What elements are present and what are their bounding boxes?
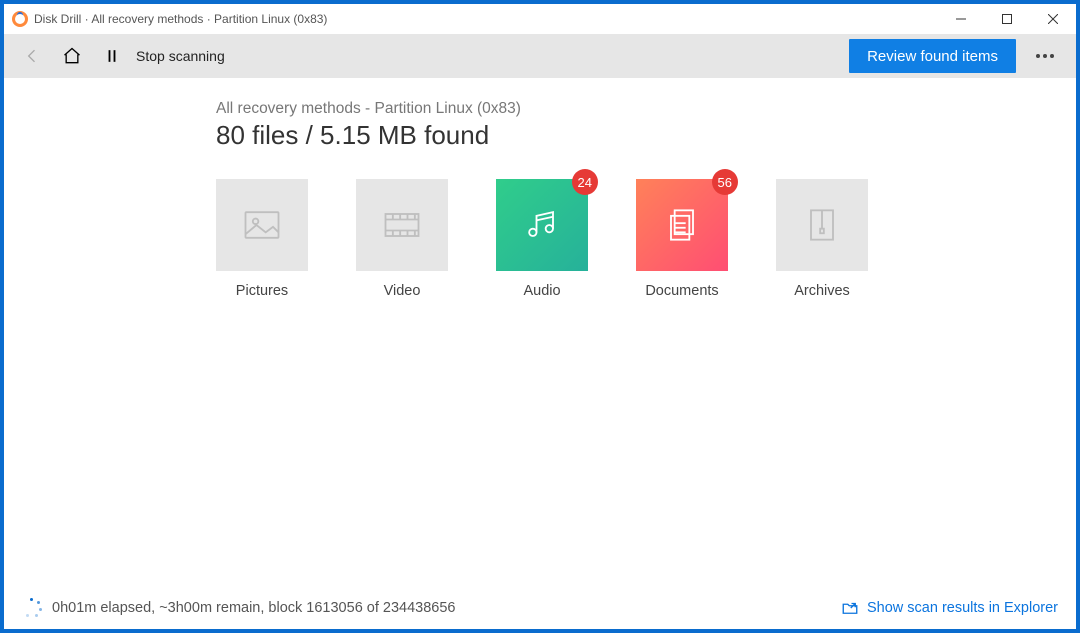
audio-tile: 24: [496, 179, 588, 271]
spinner-icon: [22, 598, 42, 618]
video-icon: [380, 203, 424, 247]
review-found-items-label: Review found items: [867, 48, 998, 65]
more-menu-button[interactable]: [1022, 34, 1068, 78]
documents-tile: 56: [636, 179, 728, 271]
category-label: Video: [384, 283, 421, 299]
show-in-explorer-link[interactable]: Show scan results in Explorer: [841, 599, 1058, 617]
home-button[interactable]: [52, 34, 92, 78]
documents-icon: [660, 203, 704, 247]
explorer-link-label: Show scan results in Explorer: [867, 600, 1058, 616]
titlebar: Disk Drill · All recovery methods · Part…: [4, 4, 1076, 34]
review-found-items-button[interactable]: Review found items: [849, 39, 1016, 73]
window-controls: [938, 4, 1076, 34]
audio-icon: [520, 203, 564, 247]
statusbar: 0h01m elapsed, ~3h00m remain, block 1613…: [4, 587, 1076, 629]
app-window: Disk Drill · All recovery methods · Part…: [4, 4, 1076, 629]
archives-tile: [776, 179, 868, 271]
pause-icon[interactable]: [92, 34, 132, 78]
back-button[interactable]: [12, 34, 52, 78]
category-archives[interactable]: Archives: [776, 179, 868, 299]
toolbar: Stop scanning Review found items: [4, 34, 1076, 78]
category-label: Pictures: [236, 283, 288, 299]
ellipsis-icon: [1036, 54, 1054, 58]
breadcrumb: All recovery methods - Partition Linux (…: [216, 100, 1076, 118]
archives-icon: [800, 203, 844, 247]
pictures-tile: [216, 179, 308, 271]
category-row: Pictures Video: [216, 179, 1076, 299]
window-title: Disk Drill · All recovery methods · Part…: [34, 12, 327, 26]
scan-headline: 80 files / 5.15 MB found: [216, 120, 1076, 151]
pictures-icon: [240, 203, 284, 247]
category-label: Documents: [645, 283, 718, 299]
maximize-button[interactable]: [984, 4, 1030, 34]
category-video[interactable]: Video: [356, 179, 448, 299]
minimize-button[interactable]: [938, 4, 984, 34]
documents-badge: 56: [712, 169, 738, 195]
main-content: All recovery methods - Partition Linux (…: [4, 78, 1076, 587]
status-text: 0h01m elapsed, ~3h00m remain, block 1613…: [52, 600, 455, 616]
category-label: Audio: [523, 283, 560, 299]
app-icon: [12, 11, 28, 27]
explorer-icon: [841, 599, 859, 617]
category-pictures[interactable]: Pictures: [216, 179, 308, 299]
audio-badge: 24: [572, 169, 598, 195]
category-label: Archives: [794, 283, 850, 299]
stop-scanning-button[interactable]: Stop scanning: [136, 48, 225, 64]
category-audio[interactable]: 24 Audio: [496, 179, 588, 299]
category-documents[interactable]: 56 Documents: [636, 179, 728, 299]
close-button[interactable]: [1030, 4, 1076, 34]
video-tile: [356, 179, 448, 271]
